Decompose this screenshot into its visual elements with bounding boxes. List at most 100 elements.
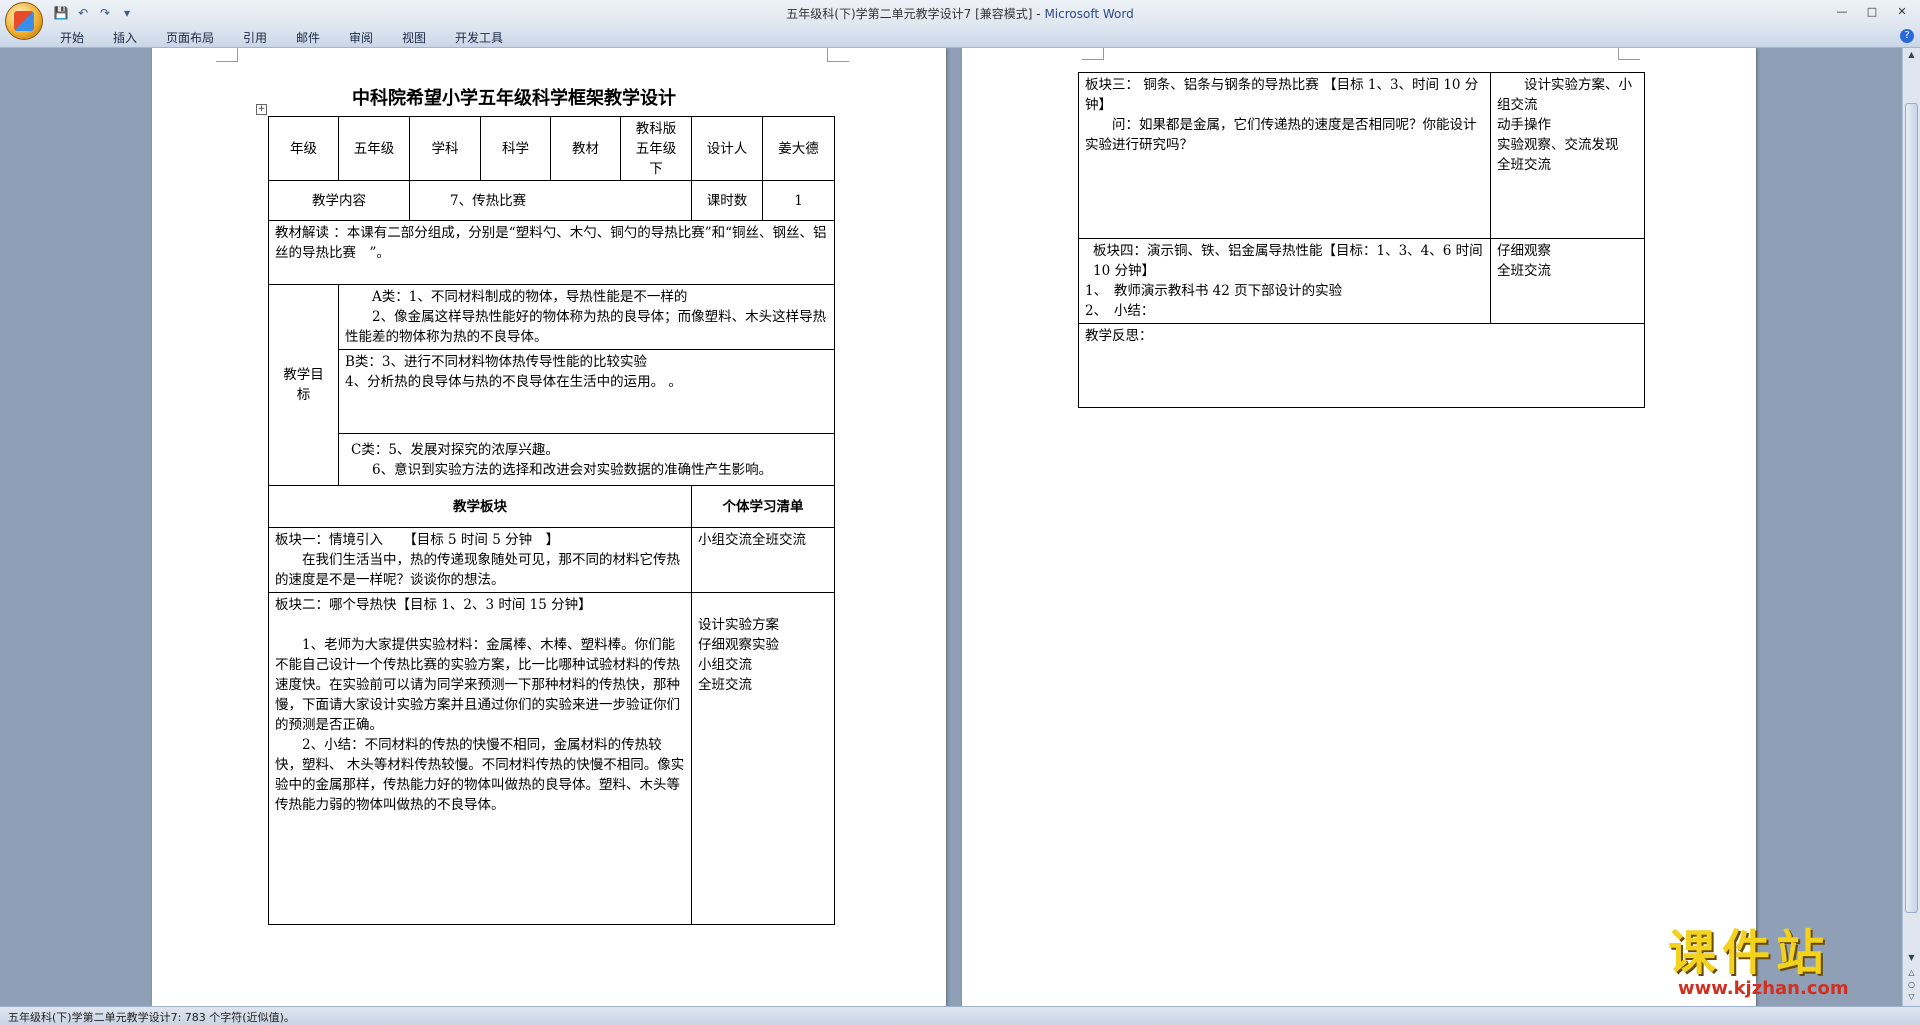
block-3-list: 设计实验方案、小组交流 动手操作 实验观察、交流发现 全班交流	[1490, 72, 1645, 239]
close-icon[interactable]: ✕	[1888, 2, 1916, 20]
content-label: 教学内容	[268, 180, 410, 221]
document-workspace: 中科院希望小学五年级科学框架教学设计 + 年级 五年级 学科 科学 教材 教科版…	[0, 48, 1902, 1006]
tab-view[interactable]: 视图	[402, 29, 426, 46]
goal-c1: C类：5、发展对探究的浓厚兴趣。	[351, 442, 559, 458]
empty-paragraph	[275, 615, 685, 635]
list-item: 设计实验方案	[698, 617, 779, 633]
tab-references[interactable]: 引用	[243, 29, 267, 46]
blocks-header: 教学板块	[268, 485, 692, 528]
block-1-list-item: 小组交流全班交流	[698, 532, 806, 548]
hours-label: 课时数	[691, 180, 763, 221]
window-title: 五年级科(下)学第二单元教学设计7 [兼容模式] - Microsoft Wor…	[0, 5, 1920, 22]
watermark-logo: 课件站 www.kjzhan.com	[1668, 928, 1904, 1002]
title-bar: 💾 ↶ ↷ ▾ 五年级科(下)学第二单元教学设计7 [兼容模式] - Micro…	[0, 0, 1920, 26]
list-item: 全班交流	[1497, 263, 1551, 279]
tab-insert[interactable]: 插入	[113, 29, 137, 46]
list-item: 全班交流	[1497, 157, 1551, 173]
help-icon[interactable]: ?	[1900, 29, 1914, 43]
document-heading: 中科院希望小学五年级科学框架教学设计	[352, 88, 676, 109]
tab-developer[interactable]: 开发工具	[455, 29, 503, 46]
tab-page-layout[interactable]: 页面布局	[166, 29, 214, 46]
list-item: 动手操作	[1497, 117, 1551, 133]
block-4-item-1: 1、 教师演示教科书 42 页下部设计的实验	[1085, 283, 1343, 299]
textbook-label: 教材	[550, 116, 621, 181]
block-1-title: 板块一：情境引入 【目标 5 时间 5 分钟 】	[275, 532, 560, 548]
table-row: 教学内容 7、传热比赛 课时数 1	[268, 180, 835, 221]
table-row: 年级 五年级 学科 科学 教材 教科版五年级下 设计人 姜大德	[268, 116, 835, 181]
document-title: 五年级科(下)学第二单元教学设计7 [兼容模式]	[786, 7, 1033, 21]
title-separator: -	[1032, 7, 1045, 21]
table-row: 板块四：演示铜、铁、铝金属导热性能【目标：1、3、4、6 时间 10 分钟】 1…	[1078, 238, 1645, 324]
vertical-scrollbar[interactable]: ▲ ▼ △ ○ ▽	[1902, 48, 1920, 1006]
designer-label: 设计人	[691, 116, 763, 181]
previous-page-icon[interactable]: △	[1905, 968, 1918, 980]
grade-label: 年级	[268, 116, 339, 181]
goal-b2: 4、分析热的良导体与热的不良导体在生活中的运用。 。	[345, 374, 682, 390]
list-item: 全班交流	[698, 677, 752, 693]
block-4-list: 仔细观察 全班交流	[1490, 238, 1645, 324]
block-4: 板块四：演示铜、铁、铝金属导热性能【目标：1、3、4、6 时间 10 分钟】 1…	[1078, 238, 1491, 324]
block-1: 板块一：情境引入 【目标 5 时间 5 分钟 】 在我们生活当中，热的传递现象随…	[268, 527, 692, 593]
table-row: 板块一：情境引入 【目标 5 时间 5 分钟 】 在我们生活当中，热的传递现象随…	[268, 527, 835, 593]
grade-value: 五年级	[338, 116, 410, 181]
list-item: 实验观察、交流发现	[1497, 137, 1619, 153]
list-item: 设计实验方案、小组交流	[1497, 77, 1632, 113]
office-button[interactable]	[5, 2, 43, 40]
scroll-up-icon[interactable]: ▲	[1905, 50, 1918, 62]
list-item: 小组交流	[698, 657, 752, 673]
crop-mark	[827, 48, 849, 62]
goals-label: 教学目标	[268, 284, 339, 486]
crop-mark	[1082, 48, 1104, 60]
list-item: 仔细观察	[1497, 243, 1551, 259]
hours-value: 1	[762, 180, 835, 221]
block-1-text: 在我们生活当中，热的传递现象随处可见，那不同的材料它传热的速度是不是一样呢？谈谈…	[275, 552, 680, 588]
goal-b1: B类：3、进行不同材料物体热传导性能的比较实验	[345, 354, 648, 370]
watermark-url: www.kjzhan.com	[1678, 978, 1849, 999]
window-controls: — □ ✕	[1828, 2, 1916, 20]
crop-mark	[1618, 48, 1640, 60]
browse-object-icon[interactable]: ○	[1905, 980, 1918, 992]
watermark-brand: 课件站	[1668, 925, 1831, 981]
block-1-list: 小组交流全班交流	[691, 527, 835, 593]
block-3-title: 板块三： 铜条、铝条与钢条的导热比赛 【目标 1、3、时间 10 分钟】	[1085, 77, 1479, 113]
designer-value: 姜大德	[762, 116, 835, 181]
tab-review[interactable]: 审阅	[349, 29, 373, 46]
list-item: 仔细观察实验	[698, 637, 779, 653]
block-4-item-2: 2、 小结：	[1085, 303, 1155, 319]
table-row: 板块二：哪个导热快【目标 1、2、3 时间 15 分钟】 1、老师为大家提供实验…	[268, 592, 835, 925]
goal-a1: A类：1、不同材料制成的物体，导热性能是不一样的	[372, 289, 688, 305]
goal-group-b: B类：3、进行不同材料物体热传导性能的比较实验 4、分析热的良导体与热的不良导体…	[338, 349, 835, 434]
crop-mark	[216, 48, 238, 62]
table-row: 教学目标 A类：1、不同材料制成的物体，导热性能是不一样的 2、像金属这样导热性…	[268, 284, 835, 486]
document-page-1: 中科院希望小学五年级科学框架教学设计 + 年级 五年级 学科 科学 教材 教科版…	[152, 48, 946, 1006]
ribbon-tabs: 开始 插入 页面布局 引用 邮件 审阅 视图 开发工具	[0, 26, 1920, 48]
tab-home[interactable]: 开始	[60, 29, 84, 46]
goal-c2: 6、意识到实验方法的选择和改进会对实验数据的准确性产生影响。	[372, 462, 773, 478]
block-3: 板块三： 铜条、铝条与钢条的导热比赛 【目标 1、3、时间 10 分钟】 问：如…	[1078, 72, 1491, 239]
block-2-paragraph-1: 1、老师为大家提供实验材料：金属棒、木棒、塑料棒。你们能不能自己设计一个传热比赛…	[275, 637, 680, 733]
status-bar: 五年级科(下)学第二单元教学设计7: 783 个字符(近似值)。	[0, 1006, 1920, 1025]
subject-value: 科学	[480, 116, 551, 181]
block-2-title: 板块二：哪个导热快【目标 1、2、3 时间 15 分钟】	[275, 597, 592, 613]
lesson-plan-table: 年级 五年级 学科 科学 教材 教科版五年级下 设计人 姜大德 教学内容 7、传…	[268, 116, 835, 925]
maximize-icon[interactable]: □	[1858, 2, 1886, 20]
block-2: 板块二：哪个导热快【目标 1、2、3 时间 15 分钟】 1、老师为大家提供实验…	[268, 592, 692, 925]
scrollbar-thumb[interactable]	[1905, 103, 1918, 913]
table-row: 教学反思：	[1078, 323, 1645, 408]
block-2-list: 设计实验方案 仔细观察实验 小组交流 全班交流	[691, 592, 835, 925]
tab-mailings[interactable]: 邮件	[296, 29, 320, 46]
next-page-icon[interactable]: ▽	[1905, 992, 1918, 1004]
document-page-2: 板块三： 铜条、铝条与钢条的导热比赛 【目标 1、3、时间 10 分钟】 问：如…	[962, 48, 1756, 1006]
table-row: C类：5、发展对探究的浓厚兴趣。 6、意识到实验方法的选择和改进会对实验数据的准…	[269, 433, 835, 486]
lesson-plan-table-continued: 板块三： 铜条、铝条与钢条的导热比赛 【目标 1、3、时间 10 分钟】 问：如…	[1078, 72, 1645, 408]
block-2-paragraph-2: 2、小结：不同材料的传热的快慢不相同，金属材料的传热较快，塑料、 木头等材料传热…	[275, 737, 685, 813]
goal-group-c: C类：5、发展对探究的浓厚兴趣。 6、意识到实验方法的选择和改进会对实验数据的准…	[338, 433, 835, 486]
table-move-handle-icon[interactable]: +	[256, 104, 267, 115]
office-logo-icon	[14, 11, 34, 31]
minimize-icon[interactable]: —	[1828, 2, 1856, 20]
goal-group-a: A类：1、不同材料制成的物体，导热性能是不一样的 2、像金属这样导热性能好的物体…	[338, 284, 835, 350]
textbook-value: 教科版五年级下	[620, 116, 692, 181]
scroll-down-icon[interactable]: ▼	[1905, 953, 1918, 965]
goal-a2: 2、像金属这样导热性能好的物体称为热的良导体；而像塑料、木头这样导热性能差的物体…	[345, 309, 827, 345]
subject-label: 学科	[409, 116, 481, 181]
